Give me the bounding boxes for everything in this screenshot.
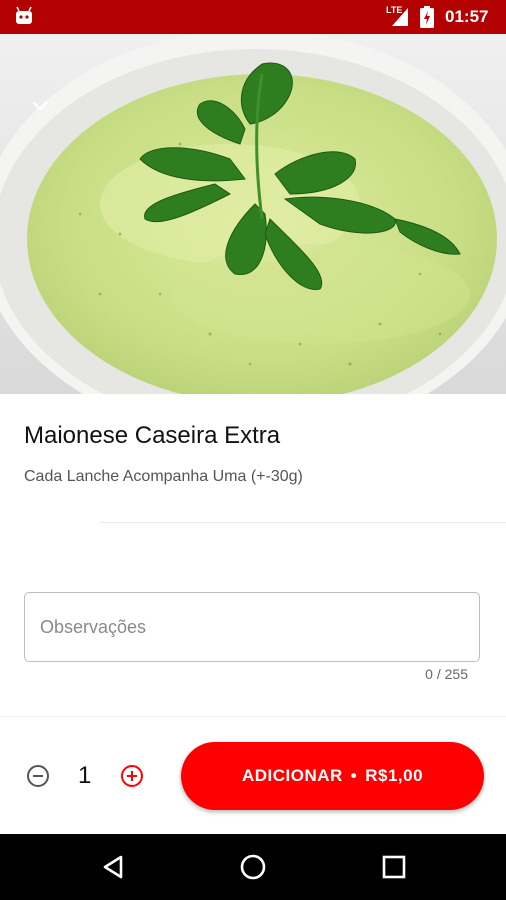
character-counter: 0 / 255 <box>425 666 468 682</box>
product-description: Cada Lanche Acompanha Uma (+-30g) <box>24 468 303 485</box>
divider <box>0 716 506 717</box>
android-notification-icon <box>16 7 32 24</box>
mayonnaise-bowl-image <box>0 34 506 394</box>
notes-input[interactable] <box>25 593 479 661</box>
home-icon[interactable] <box>239 853 267 881</box>
back-icon[interactable] <box>99 853 127 881</box>
add-button-price: R$1,00 <box>365 766 424 785</box>
notes-field[interactable] <box>24 592 480 662</box>
signal-icon <box>392 8 408 26</box>
navigation-bar <box>0 834 506 900</box>
recents-icon[interactable] <box>380 853 408 881</box>
status-bar: LTE 01:57 <box>0 0 506 34</box>
chevron-down-icon[interactable] <box>28 94 52 118</box>
product-image <box>0 34 506 394</box>
add-button-label: ADICIONAR <box>241 766 343 785</box>
clock: 01:57 <box>445 7 489 26</box>
decrease-quantity-button[interactable] <box>26 764 50 788</box>
battery-icon <box>420 6 434 28</box>
increase-quantity-button[interactable] <box>120 764 144 788</box>
divider <box>100 522 506 523</box>
add-to-cart-button[interactable]: ADICIONAR • R$1,00 <box>181 742 484 810</box>
quantity-value: 1 <box>78 762 92 789</box>
add-button-separator: • <box>350 766 358 785</box>
product-title: Maionese Caseira Extra <box>24 422 281 449</box>
